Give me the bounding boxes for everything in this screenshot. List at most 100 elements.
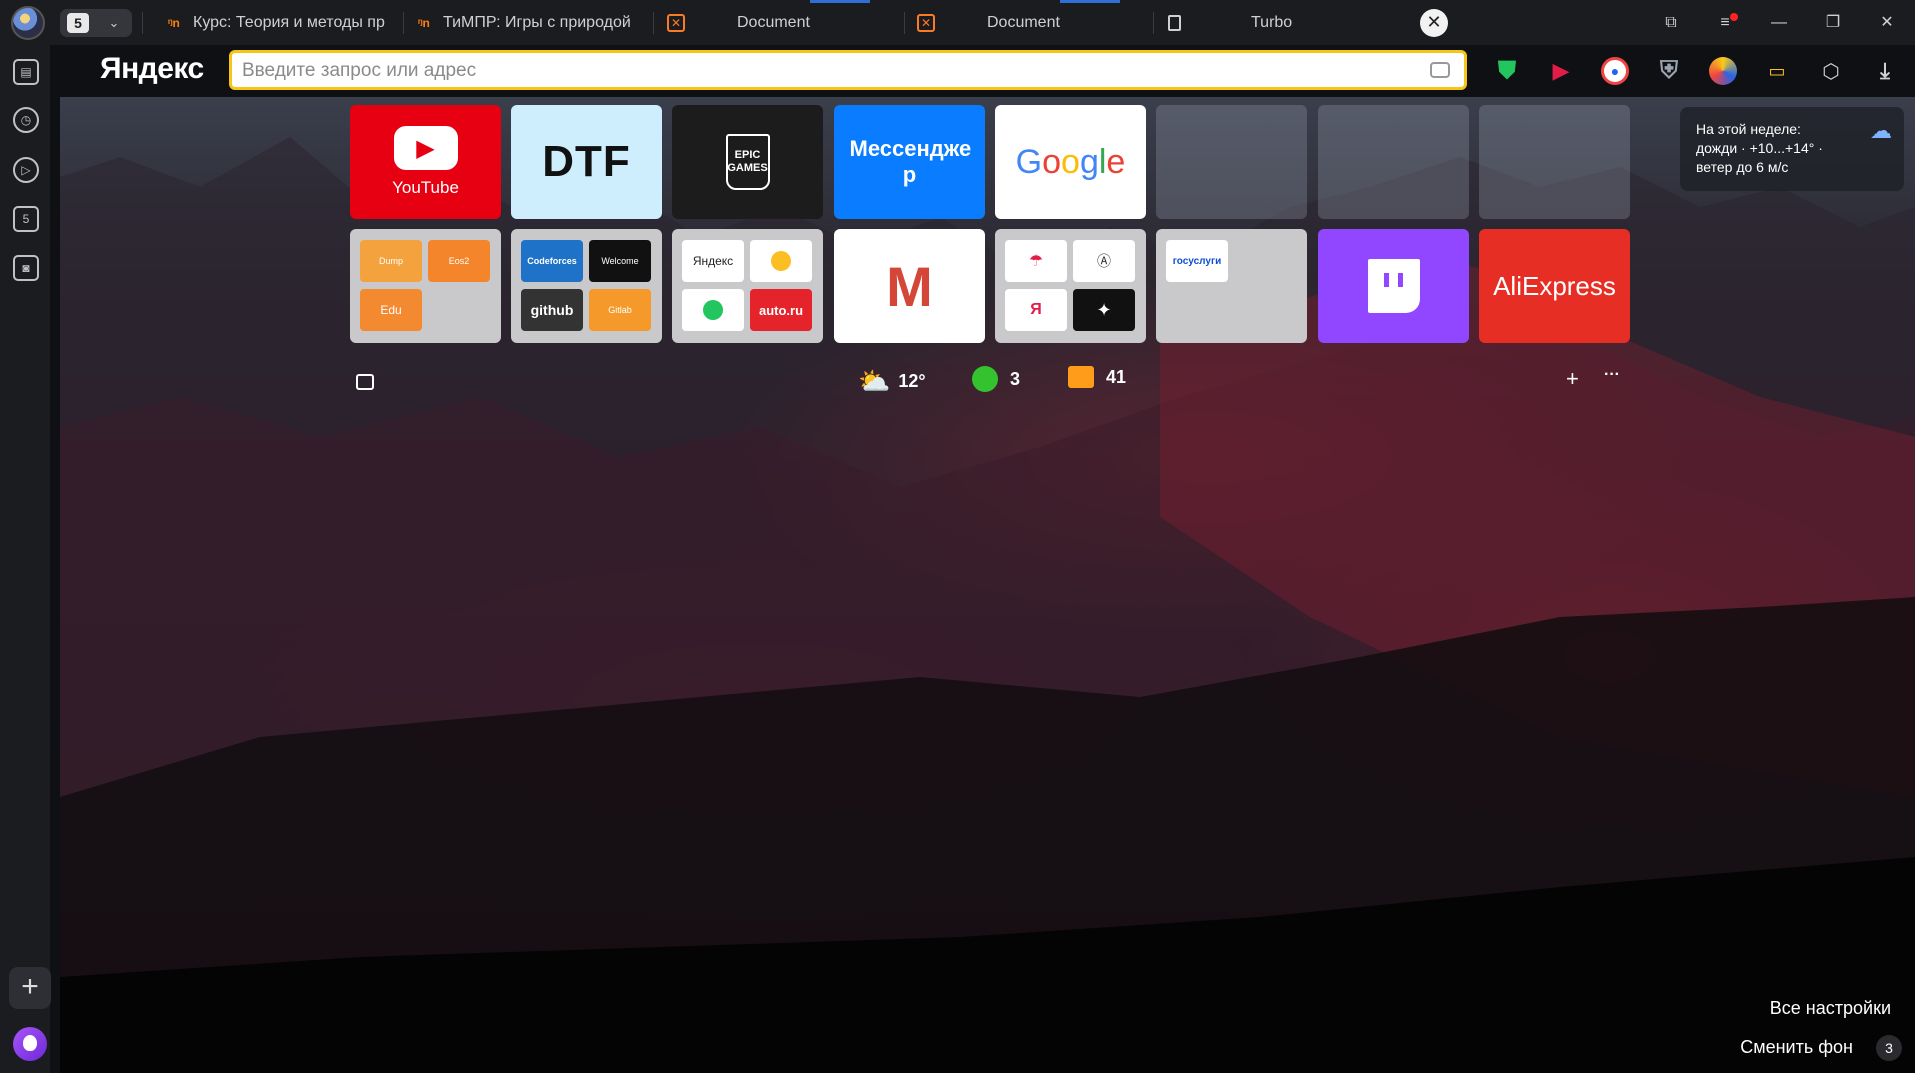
tile-folder-4[interactable]: ☂ Ⓐ Я ✦	[995, 229, 1146, 343]
address-bar[interactable]	[229, 50, 1467, 90]
battery-icon[interactable]: ▭	[1763, 57, 1791, 85]
tile-empty-3[interactable]	[1479, 105, 1630, 219]
address-input[interactable]	[242, 57, 1392, 85]
folder-item: Welcome	[589, 240, 651, 282]
xampp-icon: ✕	[917, 14, 935, 32]
tab-number-icon[interactable]: 5	[13, 206, 39, 232]
tab-label: Курс: Теория и методы пр	[193, 14, 385, 31]
tile-gmail[interactable]: M	[834, 229, 985, 343]
tile-empty-1[interactable]	[1156, 105, 1307, 219]
folder-item: Dump	[360, 240, 422, 282]
weather-line: ветер до 6 м/с	[1696, 159, 1789, 175]
google-logo: Google	[1015, 142, 1126, 181]
folder-item: Codeforces	[521, 240, 583, 282]
browser-window: 5 ⌄ ᵑn Курс: Теория и методы пр ᵑn ТиМПР…	[0, 0, 1915, 1073]
tile-folder-2[interactable]: Codeforces Welcome github Gitlab	[511, 229, 662, 343]
tab-timpr[interactable]: ᵑn ТиМПР: Игры с природой	[415, 7, 643, 39]
background-count-badge[interactable]: 3	[1876, 1035, 1902, 1061]
youtube-download-icon[interactable]: ▶	[1547, 57, 1575, 85]
collections-icon[interactable]: ▤	[13, 59, 39, 85]
more-options-button[interactable]: ···	[1604, 366, 1620, 384]
tile-dtf[interactable]: DTF	[511, 105, 662, 219]
close-window-icon[interactable]: ✕	[1874, 10, 1900, 36]
tab-count-button[interactable]: 5 ⌄	[60, 9, 132, 37]
moodle-icon: ᵑn	[418, 16, 430, 30]
camera-search-icon[interactable]	[1430, 62, 1450, 78]
umbrella-icon: ☂	[1005, 240, 1067, 282]
vpn-icon[interactable]: ●	[1601, 57, 1629, 85]
folder-item: Eos2	[428, 240, 490, 282]
tile-aliexpress[interactable]: AliExpress	[1479, 229, 1630, 343]
tab-course[interactable]: ᵑn Курс: Теория и методы пр	[165, 7, 393, 39]
bookmarks-icon[interactable]: ⧉	[1658, 10, 1684, 36]
color-picker-icon[interactable]	[1709, 57, 1737, 85]
tab-document-1[interactable]: ✕ Document	[667, 7, 897, 39]
tile-google[interactable]: Google	[995, 105, 1146, 219]
minimize-icon[interactable]: —	[1766, 10, 1792, 36]
tile-gosuslugi[interactable]: госуслуги	[1156, 229, 1307, 343]
cloud-sun-icon: ⛅	[858, 366, 891, 396]
tile-label: YouTube	[392, 178, 459, 197]
traffic-info[interactable]: 3	[972, 366, 1020, 392]
weather-widget[interactable]: На этой неделе: дожди · +10...+14° · вет…	[1680, 107, 1904, 191]
alice-icon[interactable]	[13, 1027, 47, 1061]
adblock-shield-icon[interactable]: ⛊	[1493, 57, 1521, 85]
wallpaper	[60, 97, 1915, 1073]
tile-twitch[interactable]	[1318, 229, 1469, 343]
tab-count: 5	[67, 13, 89, 33]
tab-label: ТиМПР: Игры с природой	[443, 14, 631, 31]
add-tile-button[interactable]: +	[1566, 366, 1579, 392]
dtf-logo: DTF	[542, 137, 631, 186]
tab-label: Document	[737, 14, 810, 31]
all-settings-link[interactable]: Все настройки	[1770, 998, 1891, 1019]
youtube-icon: ▶	[393, 126, 458, 170]
folder-item: auto.ru	[750, 289, 812, 331]
xampp-icon: ✕	[667, 14, 685, 32]
restore-icon[interactable]: ❐	[1820, 10, 1846, 36]
video-icon[interactable]: ▷	[13, 157, 39, 183]
traffic-level: 3	[1010, 368, 1021, 389]
yandex-icon: Я	[1005, 289, 1067, 331]
history-icon[interactable]: ◷	[13, 107, 39, 133]
folder-item: Edu	[360, 289, 422, 331]
sidebar: ▤ ◷ ▷ 5 ◙ + •••	[0, 45, 51, 1073]
tile-folder-3[interactable]: Яндекс auto.ru	[672, 229, 823, 343]
screenshot-icon[interactable]: ◙	[13, 255, 39, 281]
gmail-icon: M	[886, 254, 933, 318]
page-icon	[1168, 15, 1181, 31]
tab-label: Document	[987, 14, 1060, 31]
sparkle-icon: ✦	[1073, 289, 1135, 331]
chevron-down-icon: ⌄	[108, 15, 120, 30]
tab-bar: 5 ⌄ ᵑn Курс: Теория и методы пр ᵑn ТиМПР…	[0, 0, 1915, 45]
tile-folder-1[interactable]: Dump Eos2 Edu	[350, 229, 501, 343]
tab-view-icon[interactable]	[356, 374, 374, 390]
globe-icon	[682, 289, 744, 331]
tile-messenger[interactable]: Мессендже р	[834, 105, 985, 219]
tile-label: EPIC GAMES	[727, 149, 768, 174]
translate-icon: Ⓐ	[1073, 240, 1135, 282]
moodle-icon: ᵑn	[168, 16, 180, 30]
privacy-shield-icon[interactable]: ⛨	[1655, 57, 1683, 85]
traffic-icon	[972, 366, 998, 392]
profile-avatar[interactable]	[11, 6, 45, 40]
extensions-icon[interactable]: ⬡	[1817, 57, 1845, 85]
mail-count: 41	[1106, 366, 1127, 387]
yandex-logo[interactable]: Яндекс	[100, 52, 204, 86]
tab-turbo[interactable]: Turbo	[1168, 7, 1398, 39]
folder-item: github	[521, 289, 583, 331]
mail-info[interactable]: 41	[1068, 366, 1126, 388]
temperature: 12°	[898, 371, 926, 391]
tile-epic-games[interactable]: EPIC GAMES	[672, 105, 823, 219]
tile-youtube[interactable]: ▶ YouTube	[350, 105, 501, 219]
tab-document-2[interactable]: ✕ Document	[917, 7, 1147, 39]
tile-empty-2[interactable]	[1318, 105, 1469, 219]
close-tab-icon[interactable]: ✕	[1420, 9, 1448, 37]
change-background-link[interactable]: Сменить фон	[1740, 1037, 1853, 1058]
weather-info[interactable]: ⛅ 12°	[858, 366, 926, 397]
downloads-icon[interactable]: ⤓	[1871, 57, 1899, 85]
gosuslugi-icon: госуслуги	[1166, 240, 1228, 282]
add-sidebar-button[interactable]: +	[9, 967, 51, 1009]
folder-item: Gitlab	[589, 289, 651, 331]
menu-icon[interactable]: ≡	[1712, 10, 1738, 36]
kinopoisk-icon	[750, 240, 812, 282]
